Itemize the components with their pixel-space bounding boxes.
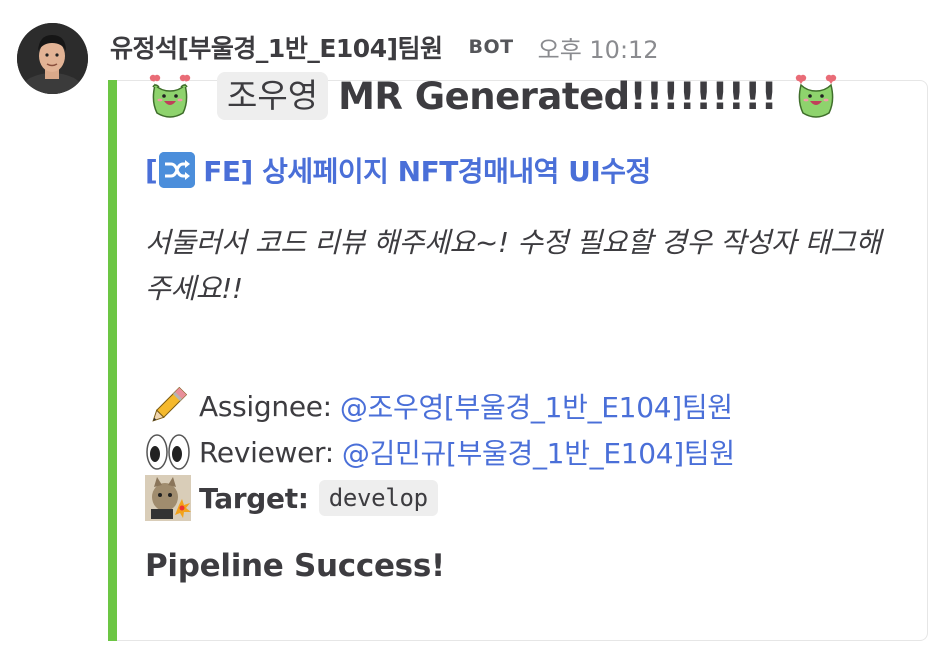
pipeline-status: Pipeline Success! [145,548,445,584]
assignee-label: Assignee: [199,389,332,423]
merge-request-link[interactable]: [ FE] 상세페이지 NFT경매내역 UI수정 [145,145,651,195]
cat-bomb-icon [145,475,191,521]
assignee-row: Assignee: @조우영[부울경_1반_E104]팀원 [145,383,733,429]
target-row: Target: develop [145,475,438,521]
reviewer-label: Reviewer: [199,435,334,469]
avatar[interactable] [17,23,88,94]
description-text: 서둘러서 코드 리뷰 해주세요~! 수정 필요할 경우 작성자 태그해주세요!! [145,226,881,305]
message-header: 유정석[부울경_1반_E104]팀원 BOT 오후 10:12 [110,28,659,66]
message-timestamp[interactable]: 오후 10:12 [538,30,659,65]
shuffle-icon [159,152,196,188]
eyes-icon [145,429,191,475]
attachment-title: 조우영 MR Generated!!!!!!!!! [145,66,841,126]
mr-link-prefix: [ [145,153,158,187]
target-label: Target: [199,481,309,515]
title-text: MR Generated!!!!!!!!! [338,74,778,118]
frog-heart-icon [791,71,841,121]
assignee-mention[interactable]: @조우영[부울경_1반_E104]팀원 [340,386,733,426]
target-branch: develop [318,480,438,516]
sender-name[interactable]: 유정석[부울경_1반_E104]팀원 [110,29,443,65]
reviewer-mention[interactable]: @김민규[부울경_1반_E104]팀원 [342,432,735,472]
bot-badge: BOT [468,36,514,58]
attachment-accent-bar [108,80,117,641]
frog-heart-icon [145,71,195,121]
mr-link-text: FE] 상세페이지 NFT경매내역 UI수정 [203,155,651,188]
name-chip: 조우영 [217,72,329,120]
pencil-icon [145,383,191,429]
reviewer-row: Reviewer: @김민규[부울경_1반_E104]팀원 [145,429,735,475]
